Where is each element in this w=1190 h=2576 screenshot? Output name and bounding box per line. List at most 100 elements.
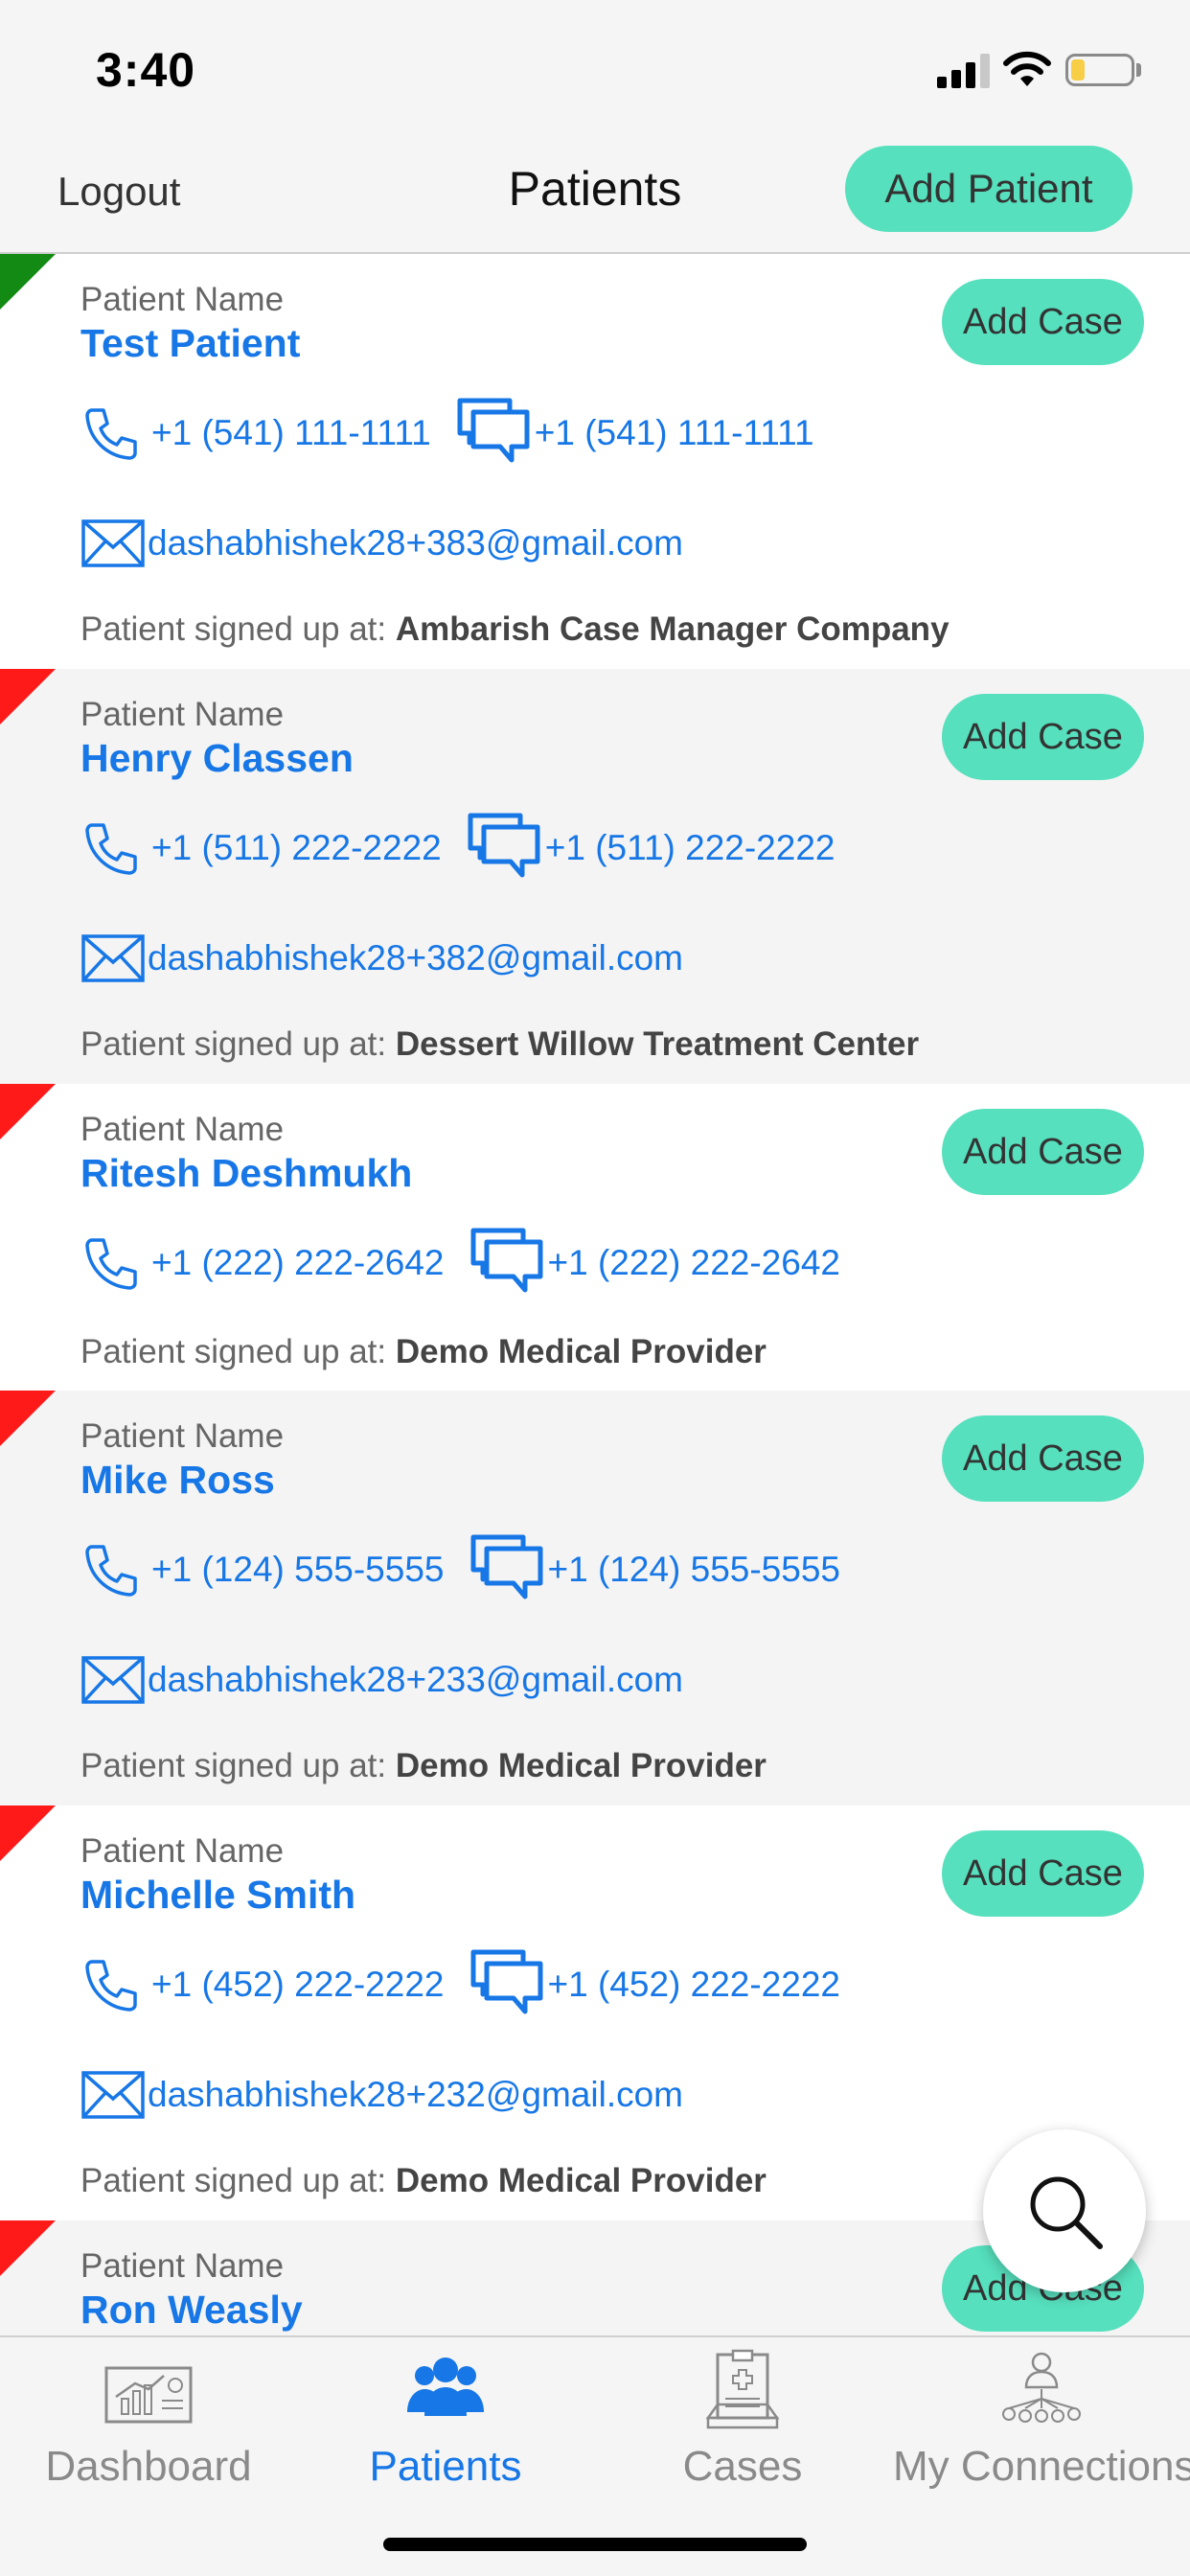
patient-card[interactable]: Patient Name Henry Classen Add Case +1 (… [0,669,1190,1084]
phone-icon[interactable] [80,402,142,464]
signup-info: Patient signed up at: Demo Medical Provi… [80,1747,767,1785]
signup-info: Patient signed up at: Demo Medical Provi… [80,2162,767,2200]
chat-icon[interactable] [467,810,543,886]
phone-row: +1 (222) 222-2642 +1 (222) 222-2642 [80,1225,840,1301]
logout-button[interactable]: Logout [57,169,180,215]
patient-name-label: Patient Name [80,696,285,733]
signup-organization: Demo Medical Provider [395,2162,767,2199]
add-case-button[interactable]: Add Case [942,1415,1144,1502]
status-flag [0,254,56,310]
patient-name-label: Patient Name [80,2247,285,2285]
chat-icon[interactable] [469,1531,546,1608]
mail-icon[interactable] [80,518,146,568]
tab-patients[interactable]: Patients [297,2349,594,2491]
phone-row: +1 (452) 222-2222 +1 (452) 222-2222 [80,1946,840,2023]
mail-icon[interactable] [80,933,146,983]
phone-icon[interactable] [80,1232,142,1294]
phone-row: +1 (124) 555-5555 +1 (124) 555-5555 [80,1531,840,1608]
phone-icon[interactable] [80,1954,142,2015]
tab-label: Cases [682,2443,803,2490]
add-patient-button[interactable]: Add Patient [845,146,1133,232]
patient-card[interactable]: Patient Name Test Patient Add Case +1 (5… [0,254,1190,669]
connections-icon [1002,2352,1081,2423]
phone-number[interactable]: +1 (452) 222-2222 [151,1965,445,2005]
chat-icon[interactable] [469,1946,546,2023]
nav-header: Logout Patients Add Patient [0,144,1190,254]
patient-name[interactable]: Ron Weasly [80,2288,303,2333]
tab-my-connections[interactable]: My Connections [893,2349,1190,2491]
status-flag [0,1391,56,1446]
tab-label: Dashboard [45,2443,252,2490]
email-address[interactable]: dashabhishek28+233@gmail.com [148,1660,683,1700]
phone-number[interactable]: +1 (124) 555-5555 [151,1550,445,1590]
add-case-button[interactable]: Add Case [942,694,1144,780]
signup-organization: Demo Medical Provider [395,1333,767,1370]
patient-name-label: Patient Name [80,1417,285,1455]
patient-name[interactable]: Ritesh Deshmukh [80,1151,412,1196]
tab-label: Patients [369,2443,522,2490]
battery-tip [1136,63,1141,77]
tab-cases[interactable]: Cases [594,2349,891,2491]
email-row: dashabhishek28+232@gmail.com [80,2057,683,2133]
dashboard-icon [104,2366,193,2424]
mail-icon[interactable] [80,1655,146,1705]
home-indicator[interactable] [383,2538,807,2551]
search-icon [1030,2176,1103,2249]
cellular-signal-icon [937,54,991,88]
signup-label: Patient signed up at: [80,610,387,648]
signup-label: Patient signed up at: [80,1747,387,1784]
email-row: dashabhishek28+233@gmail.com [80,1642,683,1718]
wifi-icon [1003,51,1051,86]
email-address[interactable]: dashabhishek28+382@gmail.com [148,938,683,978]
signup-info: Patient signed up at: Demo Medical Provi… [80,1333,767,1371]
status-flag [0,1084,56,1139]
patients-icon [407,2358,484,2416]
sms-number[interactable]: +1 (452) 222-2222 [548,1965,841,2005]
email-row: dashabhishek28+383@gmail.com [80,505,683,582]
search-button[interactable] [983,2129,1146,2292]
phone-number[interactable]: +1 (511) 222-2222 [151,828,442,868]
patient-name-label: Patient Name [80,1832,285,1870]
patient-list[interactable]: Patient Name Test Patient Add Case +1 (5… [0,254,1190,2335]
signup-organization: Dessert Willow Treatment Center [395,1025,920,1063]
signup-organization: Ambarish Case Manager Company [395,610,950,648]
phone-icon[interactable] [80,1539,142,1600]
patient-name[interactable]: Michelle Smith [80,1873,355,1918]
cases-icon [705,2349,780,2429]
sms-number[interactable]: +1 (124) 555-5555 [548,1550,841,1590]
chat-icon[interactable] [469,1225,546,1301]
patient-card[interactable]: Patient Name Mike Ross Add Case +1 (124)… [0,1391,1190,1806]
patient-name[interactable]: Henry Classen [80,736,354,781]
status-flag [0,669,56,724]
status-flag [0,1806,56,1861]
signup-info: Patient signed up at: Ambarish Case Mana… [80,610,950,649]
phone-row: +1 (541) 111-1111 +1 (541) 111-1111 [80,395,814,472]
signup-label: Patient signed up at: [80,1333,387,1370]
signup-label: Patient signed up at: [80,1025,387,1063]
chat-icon[interactable] [456,395,533,472]
mail-icon[interactable] [80,2070,146,2120]
email-address[interactable]: dashabhishek28+383@gmail.com [148,523,683,564]
sms-number[interactable]: +1 (511) 222-2222 [545,828,835,868]
patient-name[interactable]: Test Patient [80,321,300,366]
phone-icon[interactable] [80,817,142,879]
phone-row: +1 (511) 222-2222 +1 (511) 222-2222 [80,810,835,886]
signup-label: Patient signed up at: [80,2162,387,2199]
sms-number[interactable]: +1 (541) 111-1111 [535,413,814,453]
phone-number[interactable]: +1 (222) 222-2642 [151,1243,445,1283]
sms-number[interactable]: +1 (222) 222-2642 [548,1243,841,1283]
patient-card[interactable]: Patient Name Ritesh Deshmukh Add Case +1… [0,1084,1190,1391]
status-time: 3:40 [96,43,196,97]
phone-number[interactable]: +1 (541) 111-1111 [151,413,431,453]
add-case-button[interactable]: Add Case [942,1830,1144,1917]
patient-name-label: Patient Name [80,1111,285,1148]
tab-dashboard[interactable]: Dashboard [0,2349,297,2491]
status-flag [0,2220,56,2276]
add-case-button[interactable]: Add Case [942,279,1144,365]
signup-organization: Demo Medical Provider [395,1747,767,1784]
tab-label: My Connections [893,2443,1190,2490]
add-case-button[interactable]: Add Case [942,1109,1144,1195]
patient-name[interactable]: Mike Ross [80,1458,275,1503]
status-bar: 3:40 [0,0,1190,144]
email-address[interactable]: dashabhishek28+232@gmail.com [148,2075,683,2115]
